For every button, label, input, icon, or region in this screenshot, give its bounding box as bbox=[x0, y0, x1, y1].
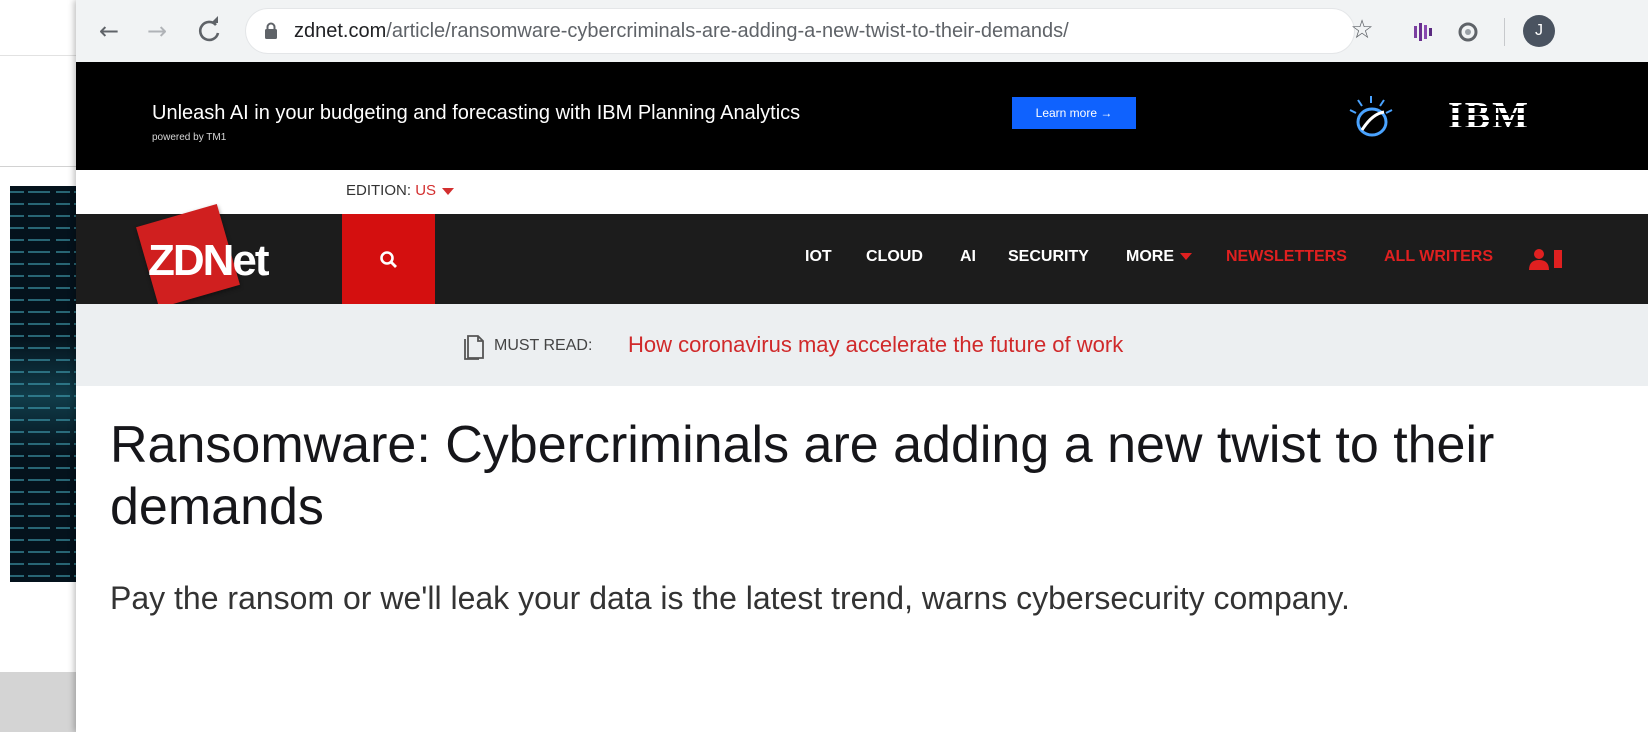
ad-headline: Unleash AI in your budgeting and forecas… bbox=[152, 102, 801, 124]
nav-item-more[interactable]: MORE bbox=[1126, 214, 1192, 304]
ad-subline: powered by TM1 bbox=[152, 132, 227, 143]
zdnet-logo[interactable]: ZDNet bbox=[134, 204, 324, 316]
article-subtitle: Pay the ransom or we'll leak your data i… bbox=[110, 580, 1350, 616]
edition-label: EDITION: bbox=[346, 182, 412, 199]
address-bar[interactable]: zdnet.com/article/ransomware-cybercrimin… bbox=[246, 9, 1354, 53]
must-read-bar: MUST READ: How coronavirus may accelerat… bbox=[76, 304, 1648, 386]
toolbar-separator bbox=[1504, 18, 1505, 46]
caret-down-icon bbox=[442, 187, 455, 195]
user-icon[interactable] bbox=[1528, 248, 1550, 270]
arrow-right-icon: → bbox=[1100, 106, 1113, 120]
nav-item-cloud[interactable]: CLOUD bbox=[866, 214, 923, 304]
extension-circle-icon[interactable] bbox=[1456, 20, 1480, 44]
search-button[interactable] bbox=[342, 214, 435, 304]
browser-toolbar: ← → zdnet.com/article/ransomware-cybercr… bbox=[76, 0, 1648, 62]
ad-learn-more-button[interactable]: Learn more → bbox=[1012, 97, 1136, 129]
article-header: Ransomware: Cybercriminals are adding a … bbox=[76, 386, 1648, 732]
url-domain: zdnet.com bbox=[294, 20, 387, 42]
nav-item-ai[interactable]: AI bbox=[960, 214, 976, 304]
ibm-logo: IBM bbox=[1448, 94, 1542, 138]
profile-avatar[interactable]: J bbox=[1523, 15, 1555, 47]
url-path: /article/ransomware-cybercriminals-are-a… bbox=[386, 20, 1069, 42]
url-text: zdnet.com/article/ransomware-cybercrimin… bbox=[294, 9, 1069, 53]
lock-icon bbox=[265, 22, 277, 39]
logo-text: ZDNet bbox=[148, 236, 270, 285]
watson-icon bbox=[1349, 96, 1393, 137]
nav-item-iot[interactable]: IOT bbox=[805, 214, 832, 304]
nav-item-security[interactable]: SECURITY bbox=[1008, 214, 1089, 304]
arrow-left-icon[interactable]: ← bbox=[94, 14, 124, 48]
reload-icon[interactable] bbox=[194, 14, 224, 48]
nav-item-all-writers[interactable]: ALL WRITERS bbox=[1384, 214, 1493, 304]
must-read-link[interactable]: How coronavirus may accelerate the futur… bbox=[628, 332, 1123, 358]
browser-window: ← → zdnet.com/article/ransomware-cybercr… bbox=[76, 0, 1648, 732]
ad-learn-more-label: Learn more bbox=[1035, 106, 1098, 120]
star-icon[interactable]: ☆ bbox=[1348, 15, 1376, 45]
article-title: Ransomware: Cybercriminals are adding a … bbox=[110, 416, 1495, 536]
caret-down-icon bbox=[1180, 253, 1192, 261]
nav-item-more-label: MORE bbox=[1126, 248, 1174, 265]
background-code-image bbox=[10, 186, 84, 582]
ad-banner[interactable]: Unleash AI in your budgeting and forecas… bbox=[76, 62, 1648, 170]
edition-selector[interactable]: EDITION: US bbox=[346, 182, 455, 199]
document-icon bbox=[464, 335, 484, 360]
main-nav: ZDNet IOT CLOUD AI SECURITY MORE NEWSLET… bbox=[76, 204, 1648, 308]
nav-item-newsletters[interactable]: NEWSLETTERS bbox=[1226, 214, 1347, 304]
edition-value: US bbox=[415, 182, 437, 199]
must-read-label: MUST READ: bbox=[494, 337, 593, 354]
arrow-right-icon[interactable]: → bbox=[142, 14, 172, 48]
search-icon bbox=[380, 251, 397, 268]
nav-user-indicator bbox=[1554, 250, 1562, 268]
extension-bars-icon[interactable] bbox=[1411, 20, 1435, 44]
